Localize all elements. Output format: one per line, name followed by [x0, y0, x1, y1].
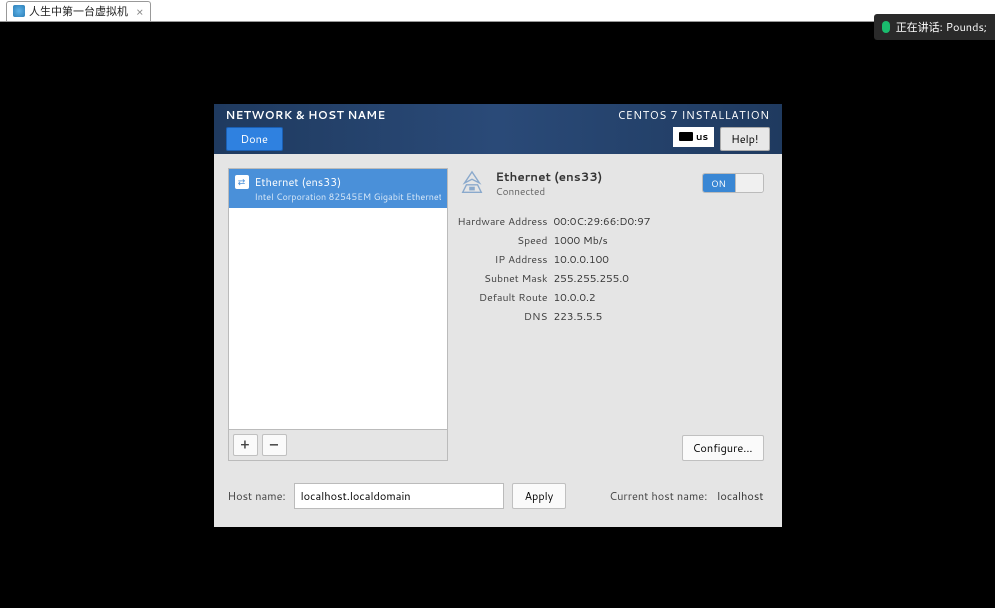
remove-nic-button[interactable]: − — [262, 434, 287, 456]
speed-label: Speed — [456, 234, 548, 248]
speed-value: 1000 Mb/s — [554, 234, 608, 248]
subnet-mask-label: Subnet Mask — [456, 272, 548, 286]
hostname-label: Host name: — [228, 488, 286, 504]
current-hostname-label: Current host name: — [609, 488, 707, 504]
narration-overlay: 正在讲话: Pounds; — [874, 14, 995, 40]
hw-address-value: 00:0C:29:66:D0:97 — [554, 215, 651, 229]
subnet-mask-value: 255.255.255.0 — [554, 272, 629, 286]
dns-value: 223.5.5.5 — [554, 310, 603, 324]
hostname-footer: Host name: Apply Current host name: loca… — [214, 475, 782, 527]
microphone-icon — [882, 21, 890, 33]
hostname-input[interactable] — [294, 483, 504, 509]
connection-status: Connected — [496, 185, 603, 199]
connection-info: Hardware Address 00:0C:29:66:D0:97 Speed… — [456, 211, 768, 324]
close-icon[interactable]: × — [136, 3, 144, 20]
keyboard-icon — [679, 132, 693, 141]
vm-tab[interactable]: 人生中第一台虚拟机 × — [6, 1, 151, 21]
installation-title: CENTOS 7 INSTALLATION — [617, 107, 769, 123]
add-nic-button[interactable]: + — [233, 434, 258, 456]
apply-button[interactable]: Apply — [512, 483, 567, 509]
vm-tab-title: 人生中第一台虚拟机 — [29, 3, 128, 19]
nic-panel: ⇄ Ethernet (ens33) Intel Corporation 825… — [228, 168, 448, 461]
help-button[interactable]: Help! — [720, 127, 769, 151]
default-route-label: Default Route — [456, 291, 548, 305]
dns-label: DNS — [456, 310, 548, 324]
ip-address-value: 10.0.0.100 — [554, 253, 609, 267]
default-route-value: 10.0.0.2 — [554, 291, 596, 305]
nic-list-item[interactable]: ⇄ Ethernet (ens33) Intel Corporation 825… — [229, 169, 447, 208]
installer-header: NETWORK & HOST NAME Done CENTOS 7 INSTAL… — [214, 104, 782, 154]
keyboard-layout-button[interactable]: us — [673, 127, 714, 147]
hw-address-label: Hardware Address — [456, 215, 548, 229]
content-area: ⇄ Ethernet (ens33) Intel Corporation 825… — [214, 154, 782, 475]
done-button[interactable]: Done — [226, 127, 283, 151]
nic-toolbar: + − — [228, 430, 448, 461]
connection-toggle[interactable]: ON — [702, 173, 764, 193]
connection-name: Ethernet (ens33) — [496, 168, 603, 185]
narration-text: 正在讲话: Pounds; — [896, 19, 987, 35]
nic-list[interactable]: ⇄ Ethernet (ens33) Intel Corporation 825… — [228, 168, 448, 430]
network-card-icon — [456, 169, 488, 197]
current-hostname-value: localhost — [717, 488, 763, 504]
detail-panel: Ethernet (ens33) Connected ON Hardware A… — [456, 168, 768, 461]
page-title: NETWORK & HOST NAME — [226, 107, 386, 123]
ethernet-icon: ⇄ — [235, 175, 249, 189]
toggle-on-label: ON — [703, 174, 735, 192]
toggle-knob — [735, 174, 763, 192]
locale-label: us — [696, 130, 708, 144]
vm-icon — [13, 5, 25, 17]
vm-display: NETWORK & HOST NAME Done CENTOS 7 INSTAL… — [0, 22, 995, 608]
vm-tab-bar: 人生中第一台虚拟机 × — [0, 0, 995, 22]
ip-address-label: IP Address — [456, 253, 548, 267]
configure-button[interactable]: Configure... — [682, 435, 764, 461]
nic-item-name: Ethernet (ens33) — [255, 174, 441, 190]
installer-window: NETWORK & HOST NAME Done CENTOS 7 INSTAL… — [214, 104, 782, 527]
nic-item-description: Intel Corporation 82545EM Gigabit Ethern… — [255, 190, 441, 203]
